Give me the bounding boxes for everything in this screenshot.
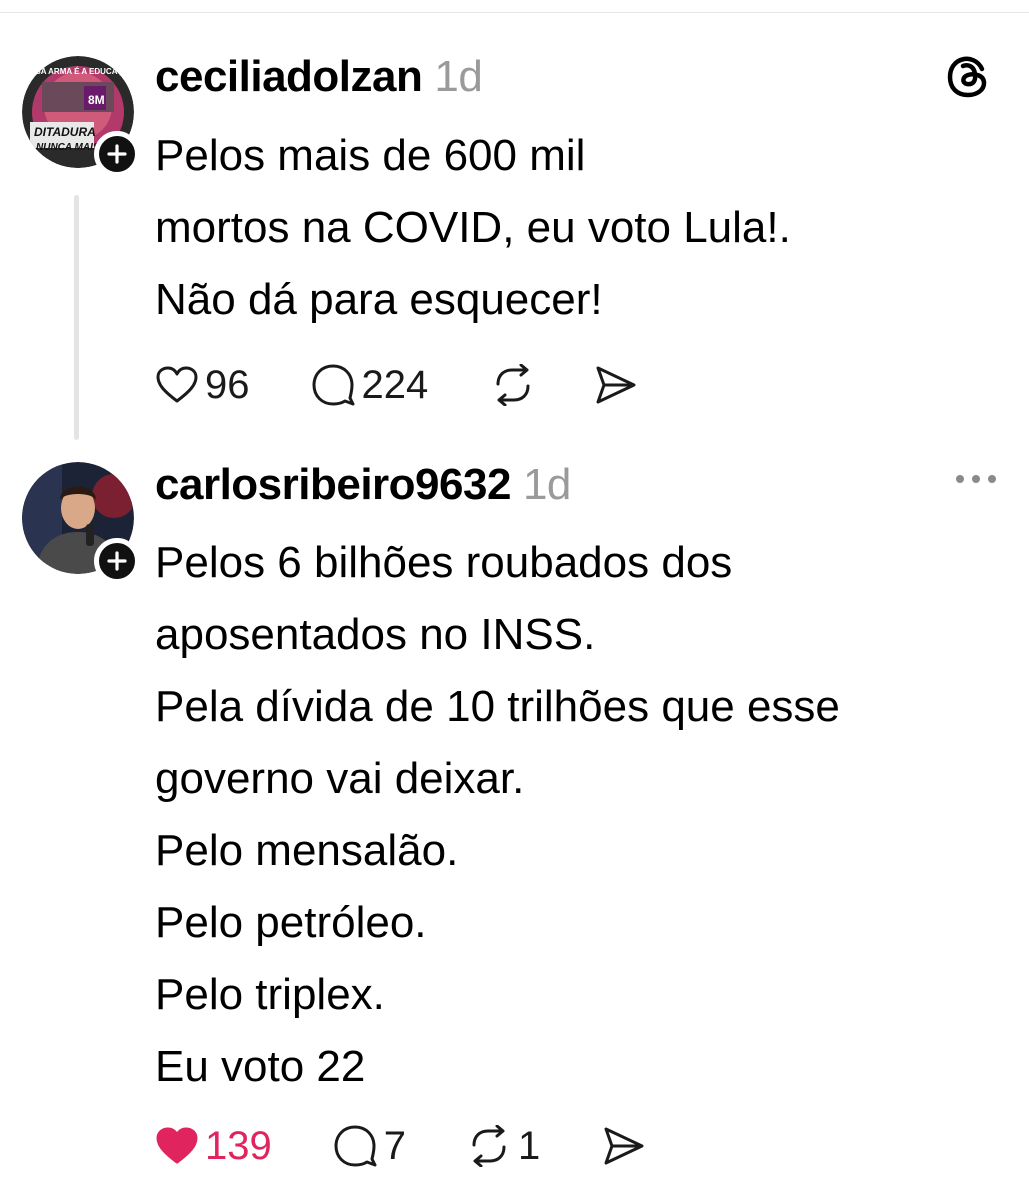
- like-button[interactable]: 96: [155, 363, 250, 408]
- reply-button[interactable]: 7: [332, 1124, 406, 1169]
- post-line: Eu voto 22: [155, 1042, 366, 1091]
- heart-icon: [156, 366, 198, 403]
- post-line: governo vai deixar.: [155, 754, 525, 803]
- threads-logo-icon[interactable]: [944, 52, 994, 102]
- avatar-caption-top: NOSSA ARMA É A EDUCAÇÃO!: [22, 67, 134, 76]
- post-line: Pelos mais de 600 mil: [155, 131, 586, 180]
- comment-bubble-icon: [312, 364, 354, 406]
- plus-icon: [107, 551, 127, 571]
- post-line: Pelo triplex.: [155, 970, 385, 1019]
- like-count: 96: [205, 362, 250, 407]
- username-link[interactable]: carlosribeiro9632 1d: [155, 460, 571, 510]
- avatar-caption-nunca: NUNCA MAIS: [36, 142, 100, 153]
- share-button[interactable]: [594, 364, 638, 406]
- post-line: Pelo mensalão.: [155, 826, 459, 875]
- avatar-caption-ditadura: DITADURA: [34, 125, 96, 139]
- post-text: Pelos 6 bilhões roubados dos aposentados…: [155, 527, 995, 1103]
- post-line: mortos na COVID, eu voto Lula!.: [155, 203, 791, 252]
- repost-button[interactable]: [490, 364, 542, 406]
- post-line: Pelo petróleo.: [155, 898, 427, 947]
- post-time: 1d: [434, 52, 483, 101]
- follow-button[interactable]: [94, 131, 140, 177]
- reply-button[interactable]: 224: [310, 362, 429, 408]
- username[interactable]: ceciliadolzan: [155, 52, 423, 101]
- send-icon: [596, 366, 636, 404]
- post-text: Pelos mais de 600 mil mortos na COVID, e…: [155, 120, 995, 336]
- avatar-caption-8m: 8M: [88, 93, 105, 107]
- post-line: Não dá para esquecer!: [155, 275, 603, 324]
- top-divider: [0, 12, 1029, 13]
- post-time: 1d: [522, 460, 571, 509]
- thread-line: [74, 195, 79, 440]
- post-actions: 96 224: [155, 357, 638, 413]
- post-actions: 139 7 1: [155, 1118, 646, 1174]
- repost-icon: [496, 364, 530, 406]
- more-options-icon[interactable]: [952, 464, 1000, 494]
- repost-button[interactable]: 1: [466, 1124, 540, 1169]
- share-button[interactable]: [602, 1125, 646, 1167]
- post-line: Pelos 6 bilhões roubados dos: [155, 538, 733, 587]
- post-line: aposentados no INSS.: [155, 610, 596, 659]
- send-icon: [604, 1127, 644, 1165]
- like-button[interactable]: 139: [155, 1124, 272, 1169]
- comment-bubble-icon: [334, 1125, 377, 1167]
- repost-count: 1: [518, 1123, 541, 1168]
- repost-icon: [472, 1125, 506, 1167]
- reply-count: 224: [361, 362, 429, 407]
- username-link[interactable]: ceciliadolzan 1d: [155, 52, 483, 102]
- heart-icon: [156, 1127, 198, 1164]
- username[interactable]: carlosribeiro9632: [155, 460, 511, 509]
- post-line: Pela dívida de 10 trilhões que esse: [155, 682, 840, 731]
- reply-count: 7: [383, 1123, 406, 1168]
- follow-button[interactable]: [94, 538, 140, 584]
- like-count: 139: [205, 1123, 272, 1168]
- plus-icon: [107, 144, 127, 164]
